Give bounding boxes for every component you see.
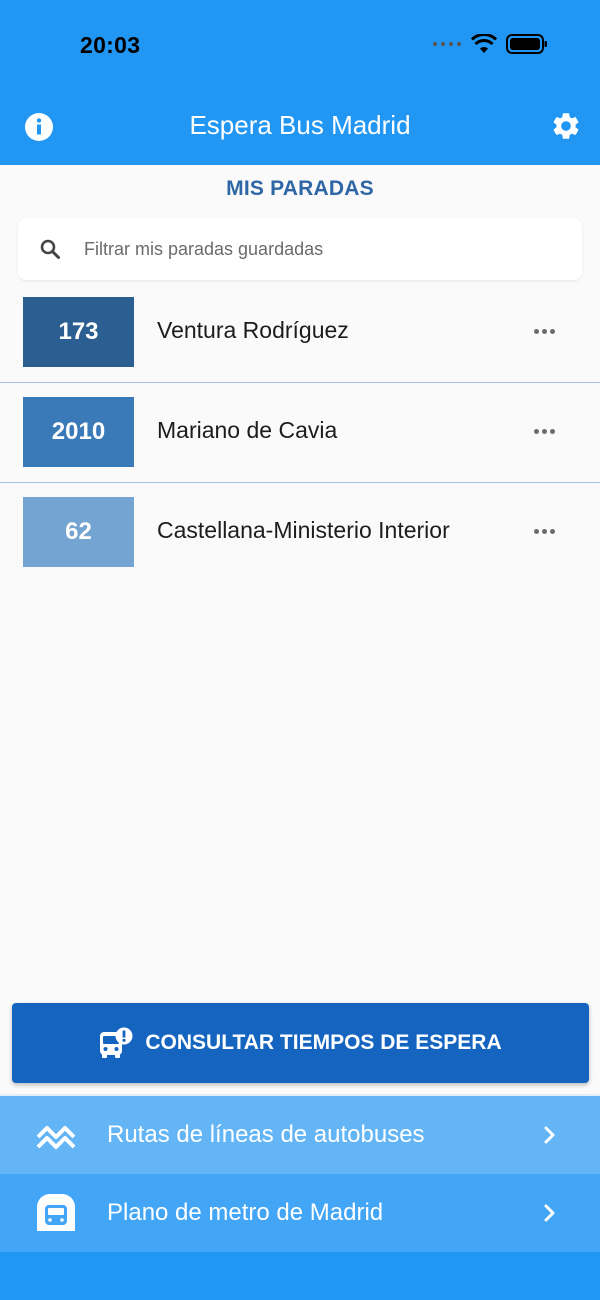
stop-row[interactable]: 173 Ventura Rodríguez: [0, 283, 600, 383]
wifi-icon: [471, 34, 497, 53]
app-bar: Espera Bus Madrid: [0, 90, 600, 165]
stop-list: 173 Ventura Rodríguez 2010 Mariano de Ca…: [0, 283, 600, 583]
status-bar: 20:03: [0, 0, 600, 90]
stop-row[interactable]: 62 Castellana-Ministerio Interior: [0, 483, 600, 583]
stop-name: Castellana-Ministerio Interior: [157, 517, 450, 543]
stop-number: 62: [23, 497, 134, 567]
nav-metro[interactable]: Plano de metro de Madrid: [0, 1174, 600, 1252]
nav-routes[interactable]: Rutas de líneas de autobuses: [0, 1096, 600, 1174]
section-title: MIS PARADAS: [226, 177, 374, 200]
chevron-right-icon: [544, 1204, 555, 1222]
stop-name: Ventura Rodríguez: [157, 317, 349, 343]
consult-wait-times-button[interactable]: CONSULTAR TIEMPOS DE ESPERA: [12, 1003, 589, 1083]
stop-row[interactable]: 2010 Mariano de Cavia: [0, 383, 600, 483]
more-options-icon[interactable]: [526, 419, 562, 443]
stop-number: 2010: [23, 397, 134, 467]
consult-wait-times-label: CONSULTAR TIEMPOS DE ESPERA: [145, 1031, 502, 1054]
status-time: 20:03: [80, 32, 141, 58]
stop-name: Mariano de Cavia: [157, 417, 338, 443]
metro-icon: [37, 1194, 75, 1231]
status-icons: [432, 34, 548, 54]
gear-icon[interactable]: [550, 110, 582, 142]
bus-alert-icon: [100, 1027, 133, 1058]
bottom-bar: [0, 1252, 600, 1300]
signal-icon: [433, 42, 461, 46]
app-title: Espera Bus Madrid: [189, 110, 411, 140]
route-icon: [36, 1126, 76, 1149]
nav-metro-label: Plano de metro de Madrid: [107, 1199, 384, 1226]
battery-icon: [506, 34, 547, 54]
nav-routes-label: Rutas de líneas de autobuses: [107, 1121, 425, 1148]
stop-number: 173: [23, 297, 134, 367]
search-input[interactable]: [84, 218, 564, 280]
more-options-icon[interactable]: [526, 319, 562, 343]
search-box: [18, 218, 582, 280]
chevron-right-icon: [544, 1126, 555, 1144]
search-icon: [40, 239, 60, 259]
more-options-icon[interactable]: [526, 519, 562, 543]
